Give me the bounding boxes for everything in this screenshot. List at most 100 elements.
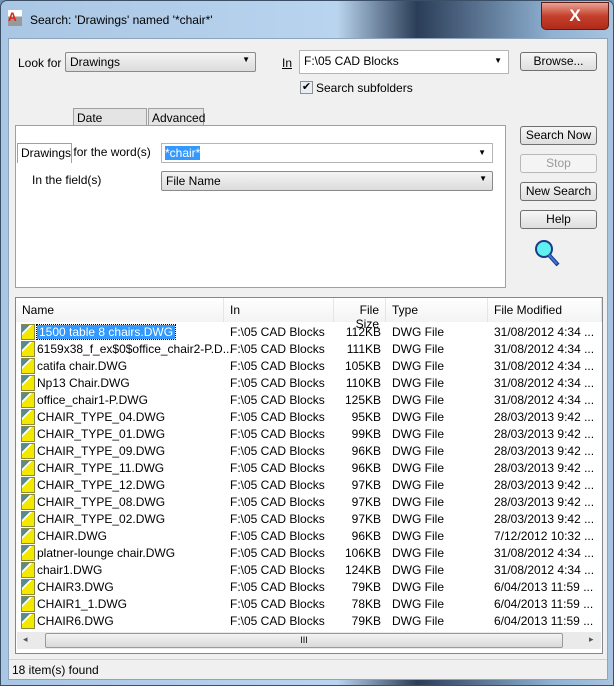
cell-file-modified: 28/03/2013 9:42 ... [494, 444, 595, 458]
cell-type: DWG File [392, 597, 444, 611]
tab-advanced[interactable]: Advanced [148, 108, 205, 126]
scroll-right-arrow[interactable]: ▸ [589, 634, 594, 645]
in-path-value: F:\05 CAD Blocks [304, 54, 399, 68]
window-title: Search: 'Drawings' named '*chair*' [30, 13, 213, 27]
cell-name: Np13 Chair.DWG [37, 376, 130, 390]
close-button[interactable]: X [541, 2, 609, 30]
cell-type: DWG File [392, 427, 444, 441]
dwg-file-icon [21, 341, 35, 357]
browse-button[interactable]: Browse... [520, 52, 597, 71]
cell-type: DWG File [392, 325, 444, 339]
table-row[interactable]: CHAIR6.DWG F:\05 CAD Blocks 79KB DWG File 6/… [16, 613, 602, 630]
chevron-down-icon: ▼ [479, 174, 487, 183]
table-row[interactable]: CHAIR_TYPE_08.DWG F:\05 CAD Blocks 97KB DWG… [16, 494, 602, 511]
dwg-file-icon [21, 613, 35, 629]
cell-in: F:\05 CAD Blocks [230, 512, 325, 526]
cell-name: 1500 table 8 chairs.DWG [35, 324, 177, 340]
table-row[interactable]: CHAIR3.DWG F:\05 CAD Blocks 79KB DWG File 6/… [16, 579, 602, 596]
table-row[interactable]: CHAIR.DWG F:\05 CAD Blocks 96KB DWG File 7/1… [16, 528, 602, 545]
cell-type: DWG File [392, 342, 444, 356]
help-button[interactable]: Help [520, 210, 597, 229]
cell-in: F:\05 CAD Blocks [230, 461, 325, 475]
horizontal-scrollbar[interactable]: ◂ III ▸ [17, 632, 601, 649]
cell-name: chair1.DWG [37, 563, 103, 577]
in-label: In [282, 56, 293, 70]
cell-name: CHAIR1_1.DWG [37, 597, 128, 611]
magnifier-icon [535, 240, 560, 267]
table-row[interactable]: office_chair1-P.DWG F:\05 CAD Blocks 125KB… [16, 392, 602, 409]
cell-file-modified: 28/03/2013 9:42 ... [494, 495, 595, 509]
field-select[interactable]: File Name ▼ [161, 171, 493, 191]
status-bar: 18 item(s) found [9, 659, 607, 680]
cell-file-size: 78KB [351, 597, 381, 611]
cell-file-modified: 6/04/2013 11:59 ... [494, 614, 594, 628]
table-row[interactable]: CHAIR_TYPE_09.DWG F:\05 CAD Blocks 96KB DWG… [16, 443, 602, 460]
dwg-file-icon [21, 375, 35, 391]
table-row[interactable]: platner-lounge chair.DWG F:\05 CAD Blocks… [16, 545, 602, 562]
search-now-button[interactable]: Search Now [520, 126, 597, 145]
new-search-button[interactable]: New Search [520, 182, 597, 201]
cell-in: F:\05 CAD Blocks [230, 563, 325, 577]
cell-file-modified: 28/03/2013 9:42 ... [494, 512, 595, 526]
table-row[interactable]: 6159x38_f_ex$0$office_chair2-P.D... F:\05… [16, 341, 602, 358]
column-header-file-modified[interactable]: File Modified [488, 298, 602, 322]
cell-file-modified: 31/08/2012 4:34 ... [494, 546, 595, 560]
dwg-file-icon [21, 596, 35, 612]
scrollbar-thumb[interactable]: III [45, 633, 563, 648]
dwg-file-icon [21, 443, 35, 459]
drawings-tab-panel: Search for the word(s) *chair* ▼ In the f… [15, 125, 506, 288]
chevron-down-icon: ▼ [242, 55, 250, 64]
table-row[interactable]: CHAIR_TYPE_12.DWG F:\05 CAD Blocks 97KB DWG… [16, 477, 602, 494]
tab-date-modified[interactable]: Date Modified [73, 108, 147, 139]
chevron-down-icon: ▼ [494, 56, 502, 65]
scroll-left-arrow[interactable]: ◂ [23, 634, 28, 645]
cell-in: F:\05 CAD Blocks [230, 393, 325, 407]
table-row[interactable]: CHAIR_TYPE_11.DWG F:\05 CAD Blocks 96KB DWG… [16, 460, 602, 477]
table-row[interactable]: Np13 Chair.DWG F:\05 CAD Blocks 110KB DWG F… [16, 375, 602, 392]
dwg-file-icon [21, 562, 35, 578]
dwg-file-icon [21, 324, 35, 340]
cell-file-size: 106KB [344, 546, 381, 560]
cell-in: F:\05 CAD Blocks [230, 546, 325, 560]
cell-in: F:\05 CAD Blocks [230, 444, 325, 458]
in-path-combo[interactable]: F:\05 CAD Blocks ▼ [299, 50, 509, 74]
cell-file-size: 97KB [351, 495, 381, 509]
cell-in: F:\05 CAD Blocks [230, 359, 325, 373]
table-row[interactable]: CHAIR_TYPE_02.DWG F:\05 CAD Blocks 97KB DWG… [16, 511, 602, 528]
cell-file-modified: 31/08/2012 4:34 ... [494, 393, 595, 407]
column-header-type[interactable]: Type [386, 298, 488, 322]
cell-type: DWG File [392, 529, 444, 543]
cell-file-size: 96KB [351, 529, 381, 543]
stop-button[interactable]: Stop [520, 154, 597, 173]
results-list[interactable]: Name In File Size Type File Modified 1500 ta… [15, 297, 603, 654]
table-row[interactable]: 1500 table 8 chairs.DWG F:\05 CAD Blocks 1… [16, 324, 602, 341]
cell-name: office_chair1-P.DWG [37, 393, 148, 407]
search-word-input[interactable]: *chair* ▼ [161, 143, 493, 163]
table-row[interactable]: chair1.DWG F:\05 CAD Blocks 124KB DWG File 3… [16, 562, 602, 579]
column-header-file-size[interactable]: File Size [334, 298, 386, 331]
column-header-name[interactable]: Name [16, 298, 224, 322]
cell-name: CHAIR_TYPE_01.DWG [37, 427, 166, 441]
search-word-value: *chair* [165, 146, 201, 160]
table-row[interactable]: CHAIR_TYPE_04.DWG F:\05 CAD Blocks 95KB DWG… [16, 409, 602, 426]
dwg-file-icon [21, 426, 35, 442]
cell-type: DWG File [392, 444, 444, 458]
cell-file-modified: 28/03/2013 9:42 ... [494, 410, 595, 424]
cell-in: F:\05 CAD Blocks [230, 376, 325, 390]
look-for-select[interactable]: Drawings ▼ [65, 52, 256, 72]
cell-name: CHAIR_TYPE_11.DWG [37, 461, 165, 475]
table-row[interactable]: CHAIR1_1.DWG F:\05 CAD Blocks 78KB DWG File… [16, 596, 602, 613]
tab-drawings[interactable]: Drawings [17, 143, 72, 163]
dwg-file-icon [21, 545, 35, 561]
cell-name: CHAIR_TYPE_04.DWG [37, 410, 166, 424]
cell-file-size: 112KB [345, 325, 381, 339]
cell-name: CHAIR_TYPE_09.DWG [37, 444, 166, 458]
cell-in: F:\05 CAD Blocks [230, 410, 325, 424]
table-row[interactable]: catifa chair.DWG F:\05 CAD Blocks 105KB DWG… [16, 358, 602, 375]
status-text: 18 item(s) found [12, 663, 99, 677]
search-subfolders-checkbox[interactable]: ✔ [300, 81, 313, 94]
cell-file-modified: 7/12/2012 10:32 ... [494, 529, 595, 543]
cell-file-size: 96KB [351, 444, 381, 458]
table-row[interactable]: CHAIR_TYPE_01.DWG F:\05 CAD Blocks 99KB DWG… [16, 426, 602, 443]
column-header-in[interactable]: In [224, 298, 334, 322]
